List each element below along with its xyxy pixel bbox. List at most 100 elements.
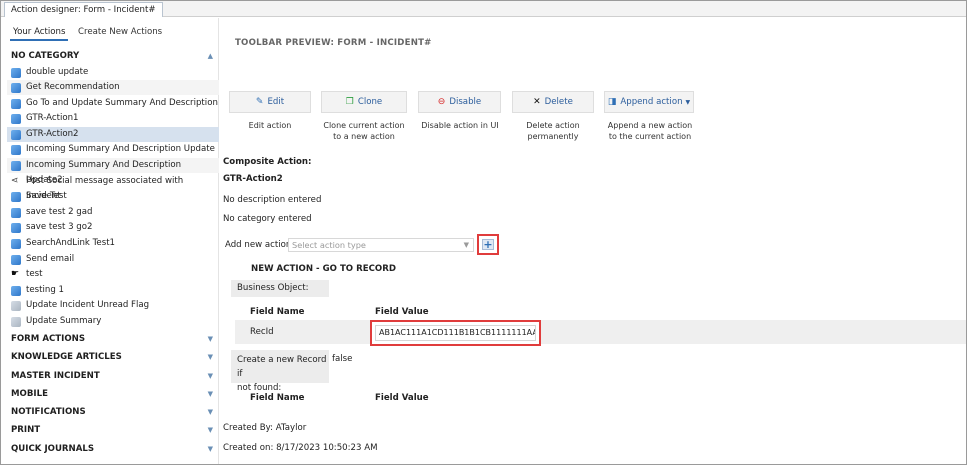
delete-button[interactable]: ✕ Delete (512, 91, 594, 113)
action-item[interactable]: Send email (7, 252, 219, 267)
action-item[interactable]: Get Recommendation (7, 80, 219, 95)
action-icon (11, 114, 21, 124)
action-icon (11, 130, 21, 140)
edit-button[interactable]: ✎ Edit (229, 91, 311, 113)
action-item[interactable]: SearchAndLink Test1 (7, 236, 219, 251)
action-label: Update Summary (26, 316, 102, 326)
category-notifications[interactable]: NOTIFICATIONS ▼ (1, 403, 219, 421)
window-title-tab[interactable]: Action designer: Form - Incident# (4, 2, 163, 17)
button-label: Clone (357, 97, 383, 107)
action-item[interactable]: Save Test (7, 189, 219, 204)
pencil-icon: ✎ (255, 97, 264, 107)
chevron-down-icon: ▼ (685, 99, 691, 106)
action-icon (11, 99, 21, 109)
chevron-down-icon[interactable]: ▼ (208, 348, 213, 366)
tab-your-actions[interactable]: Your Actions (10, 27, 69, 41)
category-knowledge-articles[interactable]: KNOWLEDGE ARTICLES ▼ (1, 348, 219, 366)
field-name-header: Field Name (250, 307, 305, 317)
action-item[interactable]: save test 3 go2 (7, 220, 219, 235)
disable-button[interactable]: ⊖ Disable (418, 91, 501, 113)
category-title: QUICK JOURNALS (11, 444, 95, 454)
category-title: KNOWLEDGE ARTICLES (11, 352, 122, 362)
category-title: PRINT (11, 425, 41, 435)
add-action-button[interactable]: + (482, 239, 494, 250)
toolbar-preview-title: TOOLBAR PREVIEW: FORM - INCIDENT# (235, 38, 432, 48)
action-label: Get Recommendation (26, 82, 120, 92)
category-title: MOBILE (11, 389, 48, 399)
create-new-record-line-1: Create a new Record if (237, 355, 327, 379)
field-value-header-2: Field Value (375, 393, 429, 403)
append-icon: ◨ (607, 97, 617, 107)
action-item-selected[interactable]: GTR-Action2 (7, 127, 219, 142)
tab-create-new-actions[interactable]: Create New Actions (75, 27, 165, 41)
append-description: Append a new action to the current actio… (607, 121, 693, 141)
table-row (235, 320, 966, 344)
created-by: Created By: ATaylor (223, 423, 307, 433)
action-label: Save Test (26, 191, 67, 201)
action-detail-panel: TOOLBAR PREVIEW: FORM - INCIDENT# ✎ Edit … (220, 18, 966, 464)
chevron-down-icon[interactable]: ▼ (208, 440, 213, 458)
clone-icon: ❐ (345, 97, 354, 107)
disable-icon: ⊖ (437, 97, 446, 107)
action-icon (11, 192, 21, 202)
action-label: double update (26, 67, 89, 77)
category-mobile[interactable]: MOBILE ▼ (1, 385, 219, 403)
chevron-down-icon[interactable]: ▼ (208, 385, 213, 403)
action-item[interactable]: double update (7, 65, 219, 80)
category-title: MASTER INCIDENT (11, 371, 100, 381)
action-icon (11, 239, 21, 249)
action-icon (11, 83, 21, 93)
chevron-down-icon[interactable]: ▼ (208, 330, 213, 348)
category-master-incident[interactable]: MASTER INCIDENT ▼ (1, 367, 219, 385)
select-placeholder: Select action type (292, 240, 366, 250)
share-icon: ⋖ (11, 176, 19, 186)
action-item[interactable]: Update Summary (7, 314, 219, 329)
action-item[interactable]: Go To and Update Summary And Description (7, 96, 219, 111)
action-icon (11, 145, 21, 155)
recid-value-field[interactable]: AB1AC111A1CD111B1B1CB1111111AAA (375, 325, 536, 341)
action-item[interactable]: testing 1 (7, 283, 219, 298)
field-value-header: Field Value (375, 307, 429, 317)
action-item[interactable]: save test 2 gad (7, 205, 219, 220)
action-label: save test 3 go2 (26, 222, 93, 232)
category-title: FORM ACTIONS (11, 334, 86, 344)
add-action-highlight: + (477, 234, 499, 255)
edit-description: Edit action (248, 121, 292, 130)
category-text: No category entered (223, 214, 312, 224)
category-quick-journals[interactable]: QUICK JOURNALS ▼ (1, 440, 219, 458)
action-type-select[interactable]: Select action type ▼ (288, 238, 474, 252)
category-no-category[interactable]: NO CATEGORY ▲ (1, 47, 219, 65)
clone-button[interactable]: ❐ Clone (321, 91, 407, 113)
action-label: GTR-Action1 (26, 113, 79, 123)
description-text: No description entered (223, 195, 322, 205)
action-item[interactable]: Incoming Summary And Description Update2 (7, 158, 219, 185)
action-label: SearchAndLink Test1 (26, 238, 116, 248)
button-label: Disable (449, 97, 482, 107)
action-label: GTR-Action2 (26, 129, 79, 139)
title-strip: Action designer: Form - Incident# (1, 1, 966, 17)
action-icon (11, 255, 21, 265)
action-label: Send email (26, 254, 75, 264)
category-form-actions[interactable]: FORM ACTIONS ▼ (1, 330, 219, 348)
action-item[interactable]: ☛ test (7, 267, 219, 282)
category-title: NOTIFICATIONS (11, 407, 86, 417)
category-print[interactable]: PRINT ▼ (1, 421, 219, 439)
action-item[interactable]: GTR-Action1 (7, 111, 219, 126)
action-label: test (26, 269, 43, 279)
chevron-down-icon[interactable]: ▼ (208, 367, 213, 385)
chevron-down-icon[interactable]: ▼ (208, 421, 213, 439)
created-on: Created on: 8/17/2023 10:50:23 AM (223, 443, 378, 453)
action-designer-window: Action designer: Form - Incident# Your A… (0, 0, 967, 465)
chevron-up-icon[interactable]: ▲ (208, 47, 213, 65)
recid-highlight: AB1AC111A1CD111B1B1CB1111111AAA (370, 320, 541, 346)
action-label: save test 2 gad (26, 207, 93, 217)
recid-label: RecId (250, 327, 274, 337)
action-item[interactable]: Incoming Summary And Description Update (7, 142, 219, 157)
chevron-down-icon[interactable]: ▼ (464, 239, 469, 251)
disable-description: Disable action in UI (421, 121, 499, 130)
chevron-down-icon[interactable]: ▼ (208, 403, 213, 421)
action-label: Update Incident Unread Flag (26, 300, 150, 310)
action-item[interactable]: ⋖ Post Social message associated with Inc… (7, 174, 219, 201)
append-action-button[interactable]: ◨ Append action ▼ (604, 91, 694, 113)
action-item[interactable]: Update Incident Unread Flag (7, 298, 219, 313)
